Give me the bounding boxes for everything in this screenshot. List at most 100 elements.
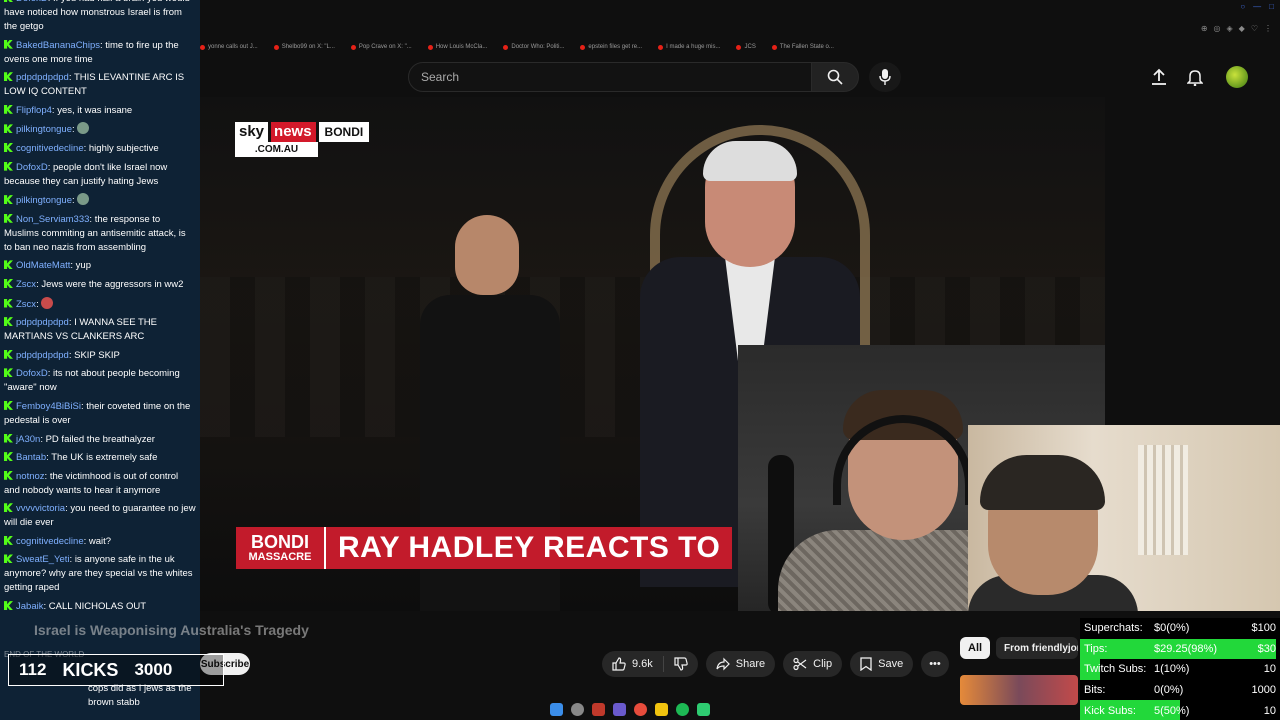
chat-username[interactable]: pilkingtongue xyxy=(16,124,72,135)
windows-start-icon[interactable] xyxy=(550,702,563,716)
folder-icon[interactable] xyxy=(655,702,668,716)
search-icon[interactable] xyxy=(571,702,584,716)
zoom-icon[interactable]: ⊕ xyxy=(1201,24,1208,33)
chat-username[interactable]: Jabaik xyxy=(16,601,43,612)
chat-username[interactable]: SweatE_Yeti xyxy=(16,554,70,565)
chat-username[interactable]: cognitivedecline xyxy=(16,536,84,547)
clip-button[interactable]: Clip xyxy=(783,651,843,677)
minimize-icon[interactable]: — xyxy=(1253,2,1261,11)
favicon-icon xyxy=(736,44,742,50)
kick-badge-icon xyxy=(4,400,13,410)
xbox-icon[interactable] xyxy=(697,702,710,716)
bookmark-label: yonne calls out J... xyxy=(208,44,258,50)
chat-text: wait? xyxy=(88,535,112,547)
chat-message: pdpdpdpdpd: THIS LEVANTINE ARC IS LOW IQ… xyxy=(4,71,196,99)
chat-username[interactable]: DofoxD xyxy=(16,162,48,173)
save-button[interactable]: Save xyxy=(850,651,914,677)
chat-username[interactable]: BakedBananaChips xyxy=(16,40,100,51)
goal-goal: $100 xyxy=(1251,622,1276,635)
bookmark-label: I made a huge mis... xyxy=(666,44,721,50)
chat-message: notnoz: the victimhood is out of control… xyxy=(4,470,196,498)
video-actions: 9.6k Share Clip Save ••• xyxy=(602,651,949,677)
chat-username[interactable]: Non_Serviam333 xyxy=(16,214,89,225)
more-actions-button[interactable]: ••• xyxy=(921,651,949,677)
kick-badge-icon xyxy=(4,452,13,462)
kick-badge-icon xyxy=(4,298,13,308)
favicon-icon xyxy=(350,44,356,50)
goal-value: 0(0%) xyxy=(1154,684,1184,697)
voice-search-button[interactable] xyxy=(869,62,901,92)
bookmark-item[interactable]: yonne calls out J... xyxy=(200,40,258,54)
taskbar xyxy=(550,700,710,718)
app-icon[interactable] xyxy=(592,702,605,716)
app-icon[interactable] xyxy=(613,702,626,716)
kick-badge-icon xyxy=(4,161,13,171)
extension-icon[interactable]: ◈ xyxy=(1227,24,1233,33)
chip-all[interactable]: All xyxy=(960,637,991,659)
upload-button[interactable] xyxy=(1148,66,1170,88)
chat-username[interactable]: DofoxD xyxy=(16,0,48,4)
bookmark-item[interactable]: Shelbo99 on X: "L... xyxy=(273,40,335,54)
account-avatar[interactable] xyxy=(1226,66,1248,88)
lower-third-banner: BONDI MASSACRE RAY HADLEY REACTS TO xyxy=(236,527,733,569)
chat-username[interactable]: jA30n xyxy=(16,434,40,445)
chrome-icon[interactable] xyxy=(634,702,647,716)
chat-username[interactable]: notnoz xyxy=(16,471,45,482)
kick-badge-icon xyxy=(4,72,13,82)
search-button[interactable] xyxy=(811,62,859,92)
chat-username[interactable]: pdpdpdpdpd xyxy=(16,350,69,361)
chat-username[interactable]: pdpdpdpdpd xyxy=(16,72,69,83)
bookmark-item[interactable]: The Fallen State o... xyxy=(771,40,834,54)
favicon-icon xyxy=(771,44,777,50)
chat-username[interactable]: Flipflop4 xyxy=(16,105,52,116)
window-controls: ○ — □ xyxy=(1240,2,1274,11)
lower-third-headline: RAY HADLEY REACTS TO xyxy=(326,527,733,569)
bookmark-item[interactable]: How Louis McCla... xyxy=(427,40,487,54)
search-icon[interactable]: ○ xyxy=(1240,2,1245,11)
dislike-button[interactable] xyxy=(664,651,698,677)
spotify-icon[interactable] xyxy=(676,702,689,716)
sky-news-logo: sky news BONDI .COM.AU xyxy=(235,122,370,157)
chat-username[interactable]: OldMateMatt xyxy=(16,260,70,271)
share-button[interactable]: Share xyxy=(705,651,776,677)
chat-username[interactable]: DofoxD xyxy=(16,368,48,379)
extension-icon[interactable]: ◎ xyxy=(1214,24,1221,33)
like-button[interactable]: 9.6k xyxy=(602,651,663,677)
maximize-icon[interactable]: □ xyxy=(1269,2,1274,11)
recommended-thumbnail[interactable] xyxy=(960,675,1078,705)
bookmark-item[interactable]: JCS xyxy=(736,40,756,54)
chat-username[interactable]: cognitivedecline xyxy=(16,143,84,154)
notifications-button[interactable] xyxy=(1184,66,1206,88)
logo-news-text: news xyxy=(271,122,316,142)
shield-icon[interactable]: ◆ xyxy=(1239,24,1245,33)
browser-toolbar: yonne calls out J... Shelbo99 on X: "L...… xyxy=(200,0,1280,58)
microphone-icon xyxy=(879,69,891,85)
chat-username[interactable]: pdpdpdpdpd xyxy=(16,317,69,328)
chat-username[interactable]: vvvvvictoria xyxy=(16,503,65,514)
chat-username[interactable]: pilkingtongue xyxy=(16,195,72,206)
chat-text: PD failed the breathalyzer xyxy=(45,433,155,445)
webcam-host-2 xyxy=(968,425,1280,611)
kick-badge-icon xyxy=(4,349,13,359)
chat-message: cognitivedecline: wait? xyxy=(4,535,196,549)
chat-username[interactable]: Bantab xyxy=(16,452,46,463)
video-title: Israel is Weaponising Australia's Traged… xyxy=(34,622,309,638)
bookmark-item[interactable]: Pop Crave on X: "... xyxy=(350,40,412,54)
bell-icon xyxy=(1187,70,1203,86)
chat-text: If you had half a brain you would have n… xyxy=(4,0,190,32)
lower-tag-line2: MASSACRE xyxy=(248,551,312,563)
share-label: Share xyxy=(735,658,766,670)
chip-channel[interactable]: From friendlyjordies xyxy=(996,637,1078,659)
bookmark-item[interactable]: Doctor Who: Politi... xyxy=(503,40,564,54)
chat-username[interactable]: Zscx xyxy=(16,299,36,310)
bookmark-icon[interactable]: ♡ xyxy=(1251,24,1258,33)
search-input[interactable]: Search xyxy=(408,62,812,92)
chat-username[interactable]: Femboy4BiBiSi xyxy=(16,401,81,412)
bookmark-item[interactable]: epstein files get re... xyxy=(580,40,642,54)
kick-badge-icon xyxy=(4,0,13,2)
more-icon: ••• xyxy=(929,658,941,670)
menu-icon[interactable]: ⋮ xyxy=(1264,24,1272,33)
kick-badge-icon xyxy=(4,433,13,443)
bookmark-item[interactable]: I made a huge mis... xyxy=(658,40,720,54)
chat-username[interactable]: Zscx xyxy=(16,279,36,290)
